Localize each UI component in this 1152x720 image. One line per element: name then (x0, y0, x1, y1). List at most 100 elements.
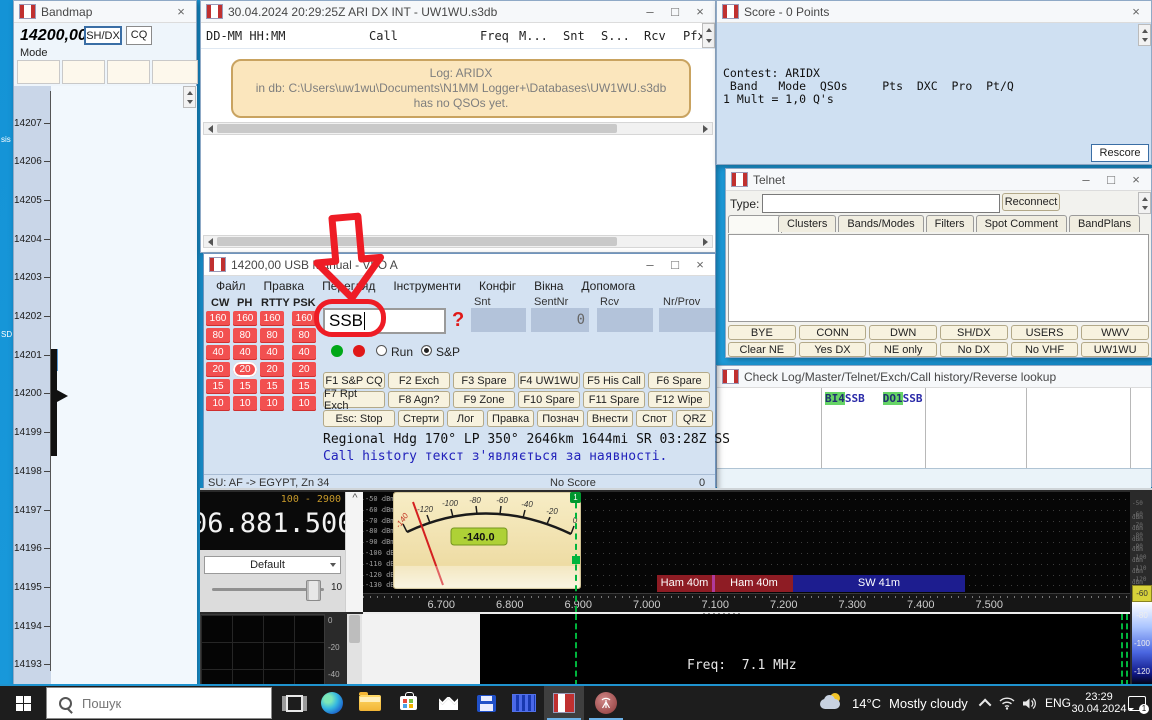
close-icon[interactable]: × (690, 2, 710, 22)
telnet-command-button[interactable]: CONN (799, 325, 867, 340)
rescore-button[interactable]: Rescore (1091, 144, 1149, 162)
waterfall-palette[interactable]: -80-100-120 (1132, 602, 1152, 686)
search-input[interactable] (80, 695, 254, 712)
bandmap-spinner[interactable] (183, 86, 196, 108)
close-icon[interactable]: × (171, 2, 191, 22)
band-button[interactable]: 10 (292, 396, 316, 411)
log-col-header[interactable]: Freq (480, 29, 509, 43)
menu-item[interactable]: Файл (216, 279, 246, 293)
close-icon[interactable]: × (1126, 2, 1146, 22)
taskbar-search[interactable] (46, 687, 272, 719)
tuned-freq-marker[interactable] (575, 492, 577, 612)
telnet-command-button[interactable]: BYE (728, 325, 796, 340)
check-call[interactable]: BI4SSB (825, 392, 865, 405)
scroll-left-icon[interactable] (204, 238, 213, 246)
marker-flag[interactable]: 1 (570, 492, 581, 503)
nrprov-field[interactable] (659, 308, 715, 332)
edge-icon[interactable] (314, 686, 350, 720)
snt-field[interactable] (471, 308, 526, 332)
mail-icon[interactable] (430, 686, 466, 720)
bandmap-titlebar[interactable]: Bandmap × (14, 1, 196, 23)
action-button[interactable]: QRZ (676, 410, 713, 427)
band-button[interactable]: 20 (206, 362, 230, 377)
band-button[interactable]: 160 (292, 311, 316, 326)
telnet-command-button[interactable]: NE only (869, 342, 937, 357)
scroll-thumb[interactable] (349, 615, 360, 643)
band-button[interactable]: 40 (233, 345, 257, 360)
wifi-icon[interactable] (996, 686, 1018, 720)
fkey-button[interactable]: F8 Agn? (388, 391, 450, 408)
floppy-save-icon[interactable] (468, 686, 504, 720)
band-button[interactable]: 40 (206, 345, 230, 360)
action-button[interactable]: Лог (447, 410, 484, 427)
fkey-button[interactable]: F9 Zone (453, 391, 515, 408)
band-button[interactable]: 20 (233, 362, 257, 377)
band-button[interactable]: 10 (206, 396, 230, 411)
telnet-command-button[interactable]: No VHF (1011, 342, 1079, 357)
band-button[interactable]: 15 (292, 379, 316, 394)
sdr-scroll-column[interactable]: ^ (345, 492, 364, 612)
log-titlebar[interactable]: 30.04.2024 20:29:25Z ARI DX INT - UW1WU.… (201, 1, 715, 23)
telnet-tab[interactable]: Filters (926, 215, 974, 232)
menu-item[interactable]: Допомога (581, 279, 635, 293)
band-button[interactable]: 160 (206, 311, 230, 326)
reconnect-button[interactable]: Reconnect (1002, 193, 1060, 211)
band-button[interactable]: 80 (233, 328, 257, 343)
mode-field[interactable] (62, 60, 105, 84)
scroll-right-icon[interactable] (703, 238, 712, 246)
log-hscrollbar-top[interactable] (203, 122, 713, 135)
spectrum-display[interactable]: -50 dBm -60 dBm -70 dBm -80 dBm -90 dBm … (363, 492, 1130, 612)
band-button[interactable]: 20 (292, 362, 316, 377)
log-spinner[interactable] (702, 23, 715, 48)
sentnr-field[interactable]: 0 (531, 308, 589, 332)
clock[interactable]: 23:29 30.04.2024 (1076, 686, 1122, 720)
rcv-field[interactable] (597, 308, 653, 332)
telnet-tab[interactable]: Clusters (778, 215, 836, 232)
action-button[interactable]: Внести (587, 410, 633, 427)
store-icon[interactable] (390, 686, 426, 720)
menu-item[interactable]: Конфіг (479, 279, 516, 293)
log-hscrollbar-bottom[interactable] (203, 235, 713, 248)
telnet-spinner[interactable] (1138, 192, 1151, 214)
minimize-icon[interactable]: – (640, 2, 660, 22)
band-button[interactable]: 10 (233, 396, 257, 411)
telnet-command-button[interactable]: WWV (1081, 325, 1149, 340)
band-button[interactable]: 15 (233, 379, 257, 394)
preset-dropdown[interactable]: Default (204, 556, 341, 574)
fkey-button[interactable]: F4 UW1WU (518, 372, 580, 389)
sdr-taskbar-button[interactable] (586, 686, 626, 720)
fkey-button[interactable]: F5 His Call (583, 372, 645, 389)
band-button[interactable]: 80 (206, 328, 230, 343)
mode-field[interactable] (17, 60, 60, 84)
n1mm-taskbar-button[interactable] (544, 686, 584, 720)
telnet-tab[interactable]: BandPlans (1069, 215, 1140, 232)
scope-scrollbar[interactable] (347, 614, 362, 686)
tray-chevron-icon[interactable] (976, 686, 996, 720)
band-button[interactable]: 20 (260, 362, 284, 377)
telnet-command-button[interactable]: Yes DX (799, 342, 867, 357)
log-col-header[interactable]: M... (519, 29, 548, 43)
telnet-output[interactable] (728, 234, 1149, 322)
band-button[interactable]: 15 (260, 379, 284, 394)
telnet-command-button[interactable]: SH/DX (940, 325, 1008, 340)
start-button[interactable] (0, 686, 46, 720)
run-radio[interactable] (376, 345, 387, 356)
fkey-button[interactable]: F3 Spare (453, 372, 515, 389)
sp-radio[interactable] (421, 345, 432, 356)
minimize-icon[interactable]: – (640, 255, 660, 275)
log-col-header[interactable]: DD-MM HH:MM (206, 29, 285, 43)
waterfall-display[interactable]: Freq: 7.1 MHz (480, 614, 1130, 686)
scroll-right-icon[interactable] (703, 125, 712, 133)
fkey-button[interactable]: F10 Spare (518, 391, 580, 408)
telnet-type-input[interactable] (762, 194, 1000, 213)
close-icon[interactable]: × (1126, 170, 1146, 190)
entry-titlebar[interactable]: 14200,00 USB Manual - VFO A – □ × (204, 254, 715, 276)
maximize-icon[interactable]: □ (665, 255, 685, 275)
telnet-tab[interactable]: Spot Comment (976, 215, 1067, 232)
maximize-icon[interactable]: □ (1101, 170, 1121, 190)
action-button[interactable]: Стерти (398, 410, 444, 427)
minimize-icon[interactable]: – (1076, 170, 1096, 190)
fkey-button[interactable]: F6 Spare (648, 372, 710, 389)
band-button[interactable]: 160 (233, 311, 257, 326)
sdr-frequency-display[interactable]: 100 - 2900 06.881.500 (200, 492, 345, 550)
